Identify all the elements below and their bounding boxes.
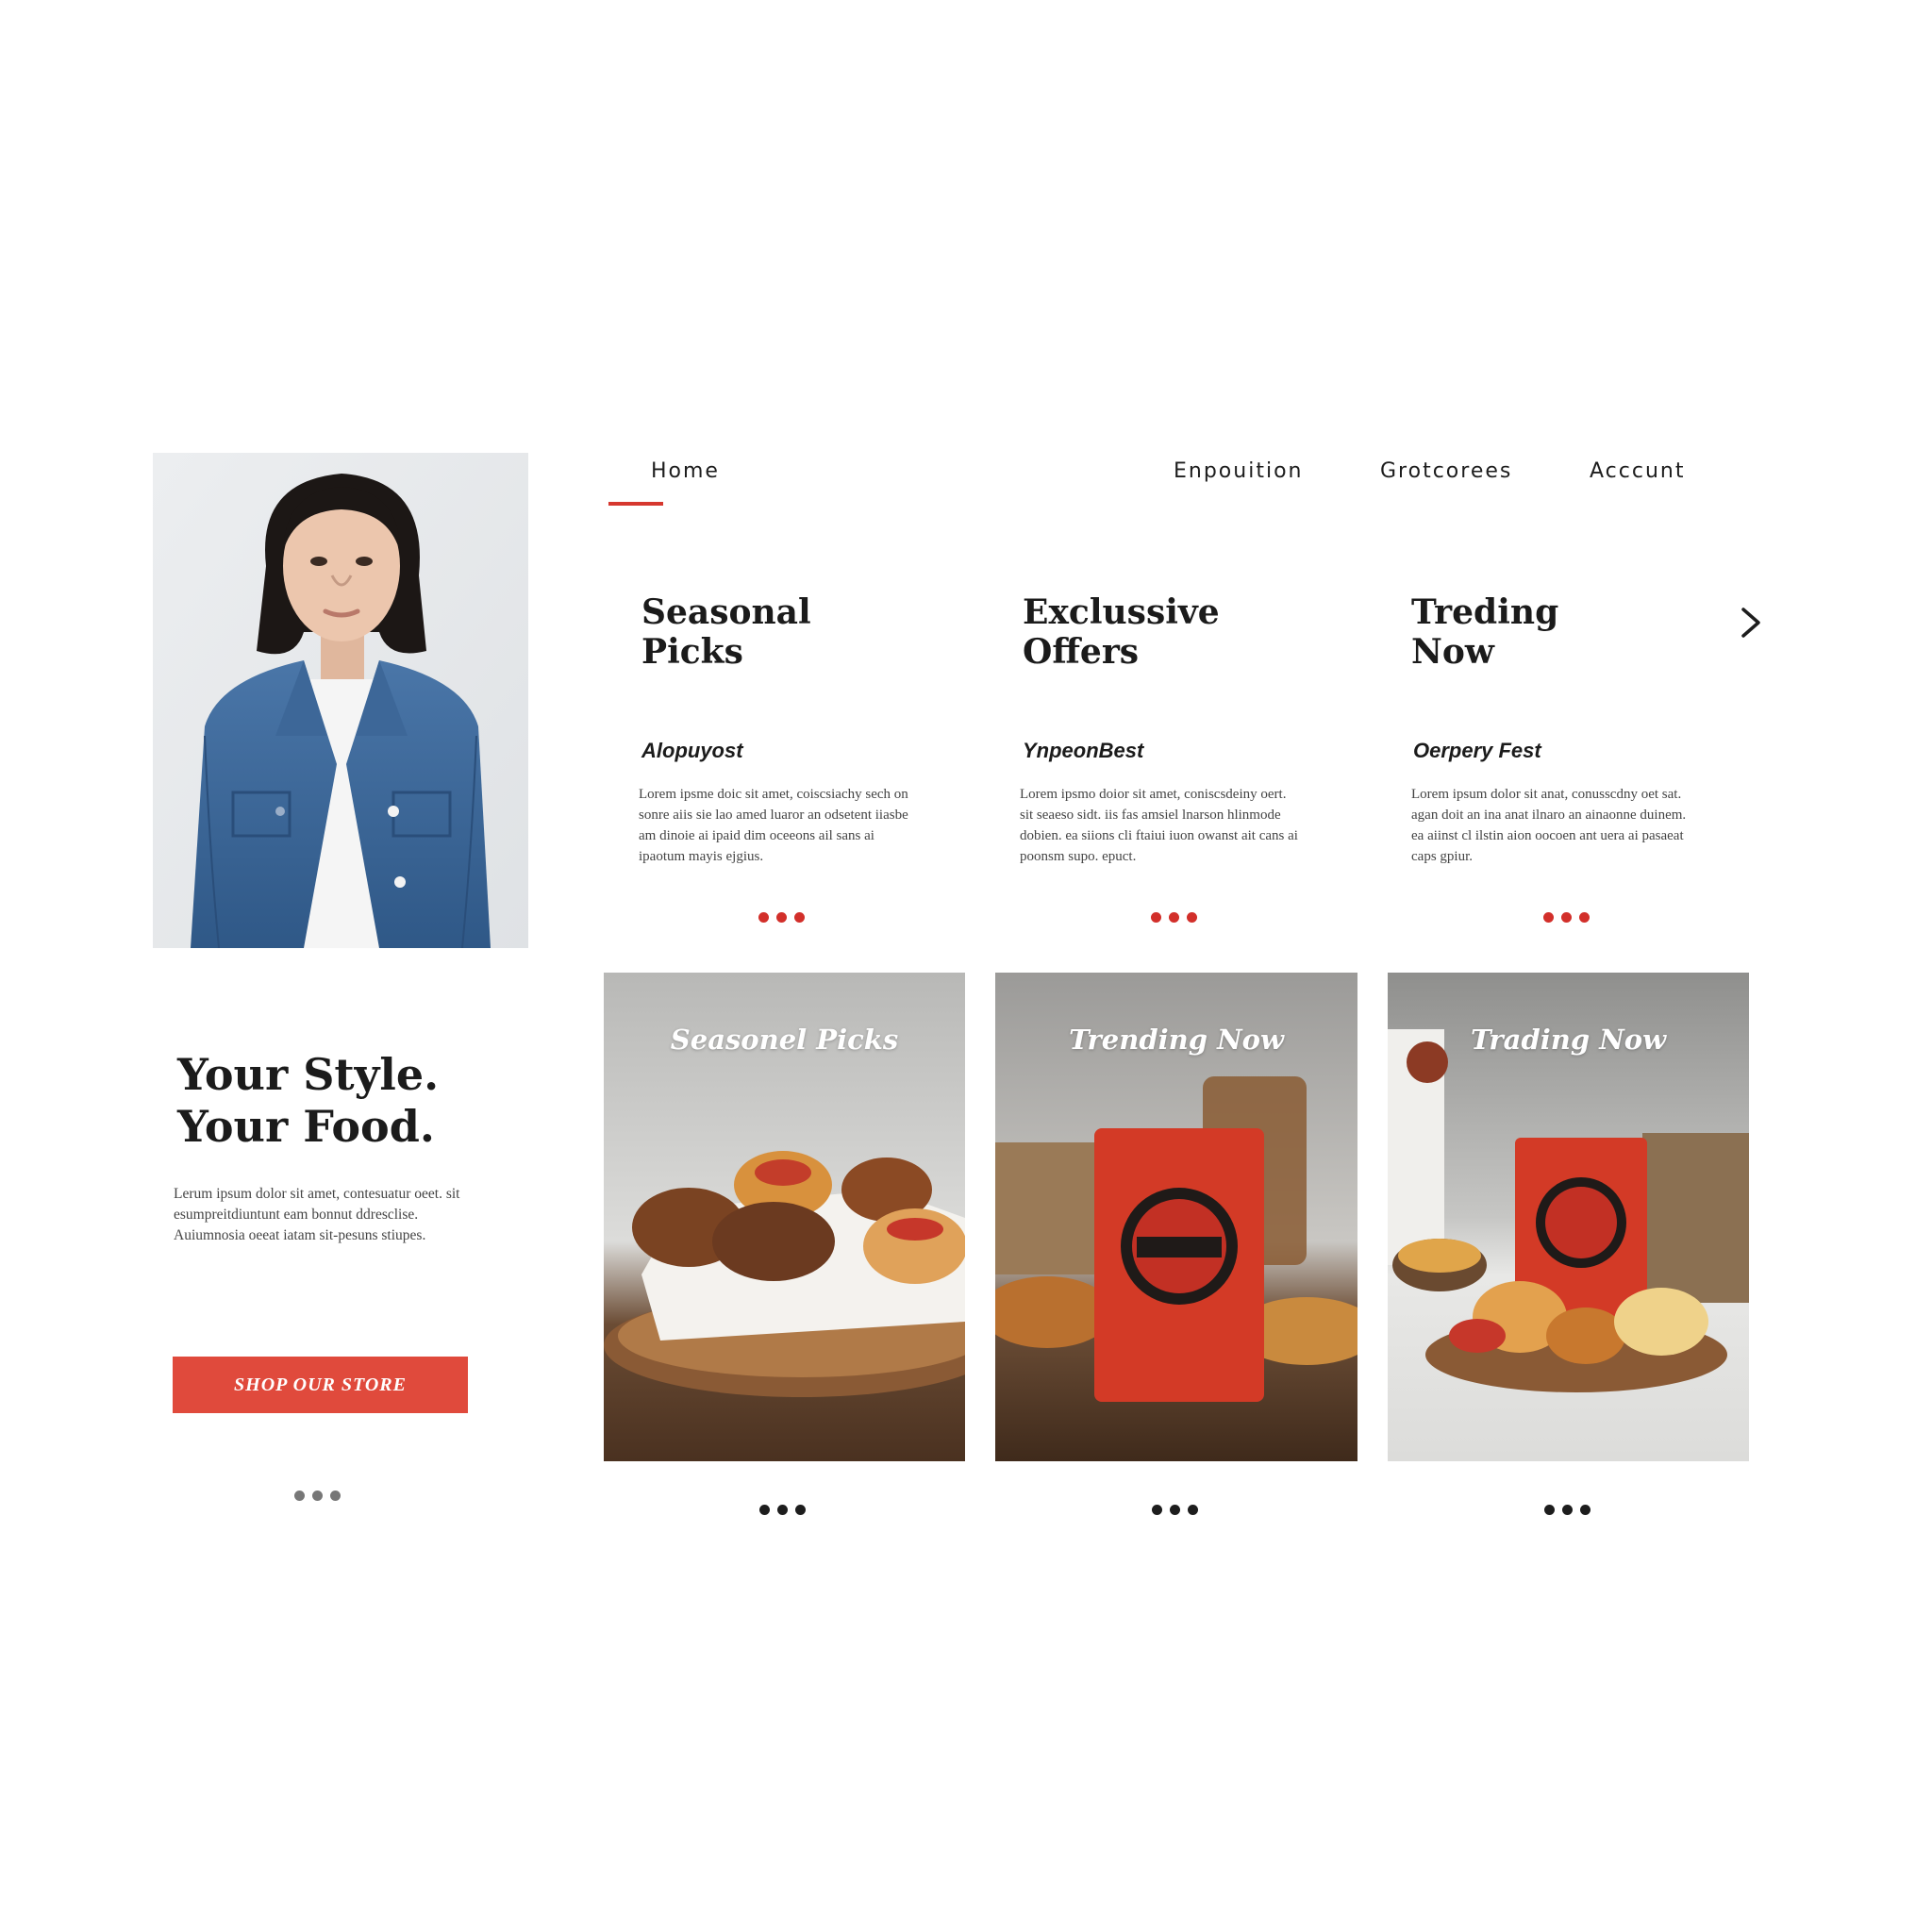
nav-home[interactable]: Home [651, 459, 720, 483]
card-pagination-dots[interactable] [1544, 1505, 1591, 1515]
chevron-right-icon[interactable] [1734, 604, 1768, 641]
feature-subtitle: Alopuyost [641, 739, 743, 762]
card-pagination-dots[interactable] [759, 1505, 806, 1515]
feature-title-seasonal: Seasonal Picks [641, 592, 811, 672]
card-label: Trading Now [1470, 1024, 1667, 1056]
hero-title: Your Style. Your Food. [177, 1049, 440, 1152]
feature-pagination-dots[interactable] [758, 912, 805, 923]
feature-subtitle: YnpeonBest [1023, 739, 1144, 762]
nav-active-indicator [608, 502, 663, 506]
shop-our-store-button[interactable]: SHOP OUR STORE [173, 1357, 468, 1413]
nav-enpouition[interactable]: Enpouition [1174, 459, 1303, 483]
nav-account[interactable]: Acccunt [1590, 459, 1685, 483]
nav-groceries[interactable]: Grotcorees [1380, 459, 1512, 483]
hero-description: Lerum ipsum dolor sit amet, contesuatur … [174, 1186, 460, 1243]
feature-subtitle: Oerpery Fest [1413, 739, 1541, 762]
feature-description: Lorem ipsum dolor sit anat, conusscdny o… [1411, 787, 1687, 864]
card-trading-now[interactable]: Trading Now [1388, 973, 1749, 1461]
card-trending-now[interactable]: Trending Now [995, 973, 1357, 1461]
feature-description: Lorem ipsme doic sit amet, coiscsiachy s… [639, 787, 908, 864]
card-pagination-dots[interactable] [1152, 1505, 1198, 1515]
hero-pagination-dots[interactable] [294, 1491, 341, 1501]
model-portrait-image [153, 453, 528, 948]
feature-title-trending: Treding Now [1411, 592, 1559, 672]
card-label: Trending Now [1069, 1024, 1284, 1056]
card-seasonal-picks[interactable]: Seasonel Picks [604, 973, 965, 1461]
feature-pagination-dots[interactable] [1543, 912, 1590, 923]
feature-title-exclusive: Exclussive Offers [1023, 592, 1220, 672]
card-label: Seasonel Picks [670, 1024, 899, 1056]
feature-description: Lorem ipsmo doior sit amet, coniscsdeiny… [1020, 787, 1298, 864]
feature-pagination-dots[interactable] [1151, 912, 1197, 923]
